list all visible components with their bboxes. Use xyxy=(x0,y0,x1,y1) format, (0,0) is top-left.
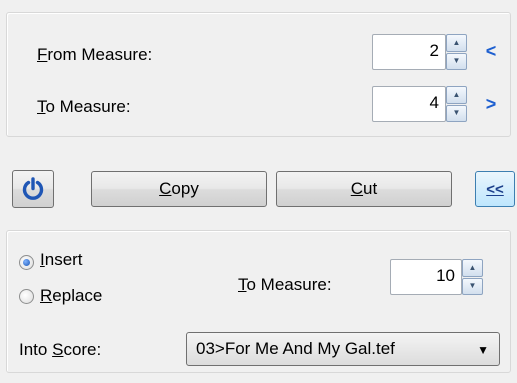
replace-radio[interactable] xyxy=(19,289,34,304)
into-score-label: Into Score: xyxy=(19,340,102,359)
spin-up-icon[interactable]: ▲ xyxy=(446,34,467,52)
previous-measure-chevron-icon[interactable]: < xyxy=(484,41,498,62)
power-icon xyxy=(22,177,44,200)
from-measure-label: From Measure: xyxy=(37,45,153,64)
insert-label[interactable]: Insert xyxy=(40,250,83,270)
spin-up-icon[interactable]: ▲ xyxy=(462,259,483,277)
copy-button[interactable]: Copy xyxy=(91,171,267,207)
to-measure-label: To Measure: xyxy=(37,97,131,116)
insert-radio[interactable] xyxy=(19,255,34,270)
to-measure-paste-label: To Measure: xyxy=(238,275,332,294)
spin-down-icon[interactable]: ▼ xyxy=(446,104,467,122)
replace-label[interactable]: Replace xyxy=(40,286,102,306)
from-measure-input[interactable]: 2 xyxy=(372,34,446,70)
score-selected-value: 03>For Me And My Gal.tef xyxy=(196,339,395,358)
to-measure-input[interactable]: 4 xyxy=(372,86,446,122)
collapse-button[interactable]: << xyxy=(475,171,515,207)
from-measure-spinner[interactable]: ▲ ▼ xyxy=(446,34,467,70)
into-score-dropdown[interactable]: 03>For Me And My Gal.tef ▼ xyxy=(186,332,500,366)
next-measure-chevron-icon[interactable]: > xyxy=(484,94,498,115)
cut-button[interactable]: Cut xyxy=(276,171,452,207)
spin-up-icon[interactable]: ▲ xyxy=(446,86,467,104)
paste-to-measure-input[interactable]: 10 xyxy=(390,259,462,295)
to-measure-spinner[interactable]: ▲ ▼ xyxy=(446,86,467,122)
paste-to-measure-spinner[interactable]: ▲ ▼ xyxy=(462,259,483,295)
collapse-label: << xyxy=(486,180,504,198)
dropdown-arrow-icon: ▼ xyxy=(477,343,489,357)
power-button[interactable] xyxy=(12,170,54,208)
spin-down-icon[interactable]: ▼ xyxy=(446,52,467,70)
spin-down-icon[interactable]: ▼ xyxy=(462,277,483,295)
